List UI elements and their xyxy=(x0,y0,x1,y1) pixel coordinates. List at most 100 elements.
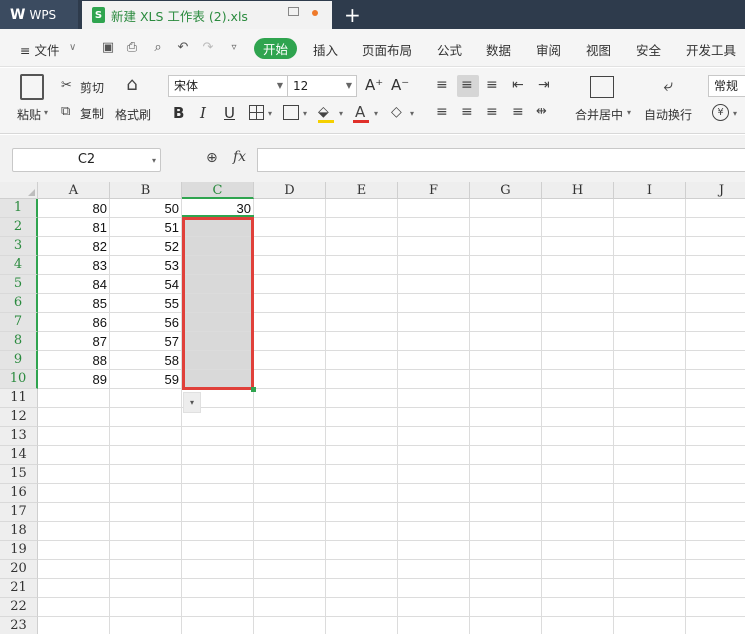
cell-b23[interactable] xyxy=(110,617,182,634)
window-restore-icon[interactable] xyxy=(288,7,299,16)
cell-g3[interactable] xyxy=(470,237,542,256)
format-painter-button[interactable]: 格式刷 xyxy=(115,106,151,123)
quick-access-dropdown-icon[interactable]: ▿ xyxy=(226,40,242,56)
cell-c5[interactable] xyxy=(182,275,254,294)
cell-e6[interactable] xyxy=(326,294,398,313)
column-header-j[interactable]: J xyxy=(686,182,745,199)
cell-c8[interactable] xyxy=(182,332,254,351)
chevron-down-icon[interactable]: ▾ xyxy=(374,109,378,118)
wrap-text-button[interactable]: 自动换行 xyxy=(644,106,692,123)
cell-f2[interactable] xyxy=(398,218,470,237)
row-header-3[interactable]: 3 xyxy=(0,237,38,256)
cell-d20[interactable] xyxy=(254,560,326,579)
cell-g22[interactable] xyxy=(470,598,542,617)
insert-function-button[interactable]: fx xyxy=(233,149,246,165)
chevron-down-icon[interactable]: ▾ xyxy=(339,109,343,118)
cell-d19[interactable] xyxy=(254,541,326,560)
cell-c19[interactable] xyxy=(182,541,254,560)
formula-input[interactable] xyxy=(257,148,745,172)
cell-h9[interactable] xyxy=(542,351,614,370)
cell-i5[interactable] xyxy=(614,275,686,294)
cell-f4[interactable] xyxy=(398,256,470,275)
cell-a16[interactable] xyxy=(38,484,110,503)
cell-f12[interactable] xyxy=(398,408,470,427)
cell-c23[interactable] xyxy=(182,617,254,634)
cell-h15[interactable] xyxy=(542,465,614,484)
cell-d12[interactable] xyxy=(254,408,326,427)
cell-g7[interactable] xyxy=(470,313,542,332)
row-header-20[interactable]: 20 xyxy=(0,560,38,579)
cell-h2[interactable] xyxy=(542,218,614,237)
cell-i17[interactable] xyxy=(614,503,686,522)
row-header-17[interactable]: 17 xyxy=(0,503,38,522)
cell-g12[interactable] xyxy=(470,408,542,427)
column-header-d[interactable]: D xyxy=(254,182,326,199)
column-header-f[interactable]: F xyxy=(398,182,470,199)
row-header-23[interactable]: 23 xyxy=(0,617,38,634)
cell-c15[interactable] xyxy=(182,465,254,484)
cell-i4[interactable] xyxy=(614,256,686,275)
cell-e5[interactable] xyxy=(326,275,398,294)
chevron-down-icon[interactable]: ▾ xyxy=(268,109,272,118)
cell-f11[interactable] xyxy=(398,389,470,408)
menu-tab-home[interactable]: 开始 xyxy=(254,38,297,59)
cell-j6[interactable] xyxy=(686,294,745,313)
menu-tab-security[interactable]: 安全 xyxy=(636,40,661,59)
undo-icon[interactable]: ↶ xyxy=(175,40,191,56)
cell-d8[interactable] xyxy=(254,332,326,351)
font-name-select[interactable]: 宋体 ▼ xyxy=(168,75,288,97)
cell-b2[interactable]: 51 xyxy=(110,218,182,237)
fill-options-button[interactable]: ▾ xyxy=(183,392,201,413)
cell-a4[interactable]: 83 xyxy=(38,256,110,275)
cell-g15[interactable] xyxy=(470,465,542,484)
distributed-icon[interactable]: ⇹ xyxy=(536,104,547,119)
cell-f7[interactable] xyxy=(398,313,470,332)
cell-a9[interactable]: 88 xyxy=(38,351,110,370)
cell-e22[interactable] xyxy=(326,598,398,617)
cell-g1[interactable] xyxy=(470,199,542,218)
cell-a15[interactable] xyxy=(38,465,110,484)
row-header-15[interactable]: 15 xyxy=(0,465,38,484)
cell-d15[interactable] xyxy=(254,465,326,484)
cell-f9[interactable] xyxy=(398,351,470,370)
cell-b12[interactable] xyxy=(110,408,182,427)
cell-c16[interactable] xyxy=(182,484,254,503)
cell-f13[interactable] xyxy=(398,427,470,446)
cell-b11[interactable] xyxy=(110,389,182,408)
cell-e10[interactable] xyxy=(326,370,398,389)
new-tab-button[interactable]: + xyxy=(344,3,361,27)
cell-b5[interactable]: 54 xyxy=(110,275,182,294)
cell-g23[interactable] xyxy=(470,617,542,634)
cell-f19[interactable] xyxy=(398,541,470,560)
cell-e13[interactable] xyxy=(326,427,398,446)
cell-e2[interactable] xyxy=(326,218,398,237)
cell-f8[interactable] xyxy=(398,332,470,351)
cell-f15[interactable] xyxy=(398,465,470,484)
cell-a5[interactable]: 84 xyxy=(38,275,110,294)
row-header-21[interactable]: 21 xyxy=(0,579,38,598)
column-header-e[interactable]: E xyxy=(326,182,398,199)
cell-h13[interactable] xyxy=(542,427,614,446)
cell-j2[interactable] xyxy=(686,218,745,237)
cell-a20[interactable] xyxy=(38,560,110,579)
merge-center-button[interactable]: 合并居中 xyxy=(575,106,623,123)
copy-button[interactable]: 复制 xyxy=(80,105,104,122)
cell-f21[interactable] xyxy=(398,579,470,598)
cell-c6[interactable] xyxy=(182,294,254,313)
font-color-icon[interactable]: A xyxy=(355,103,365,121)
cell-b3[interactable]: 52 xyxy=(110,237,182,256)
row-header-1[interactable]: 1 xyxy=(0,199,38,218)
cell-g2[interactable] xyxy=(470,218,542,237)
cell-b13[interactable] xyxy=(110,427,182,446)
cell-a12[interactable] xyxy=(38,408,110,427)
cell-a23[interactable] xyxy=(38,617,110,634)
cell-j16[interactable] xyxy=(686,484,745,503)
cell-h4[interactable] xyxy=(542,256,614,275)
decrease-indent-icon[interactable]: ⇤ xyxy=(512,77,524,93)
cell-i3[interactable] xyxy=(614,237,686,256)
cell-d16[interactable] xyxy=(254,484,326,503)
column-header-b[interactable]: B xyxy=(110,182,182,199)
cell-j15[interactable] xyxy=(686,465,745,484)
cell-d9[interactable] xyxy=(254,351,326,370)
cell-h19[interactable] xyxy=(542,541,614,560)
